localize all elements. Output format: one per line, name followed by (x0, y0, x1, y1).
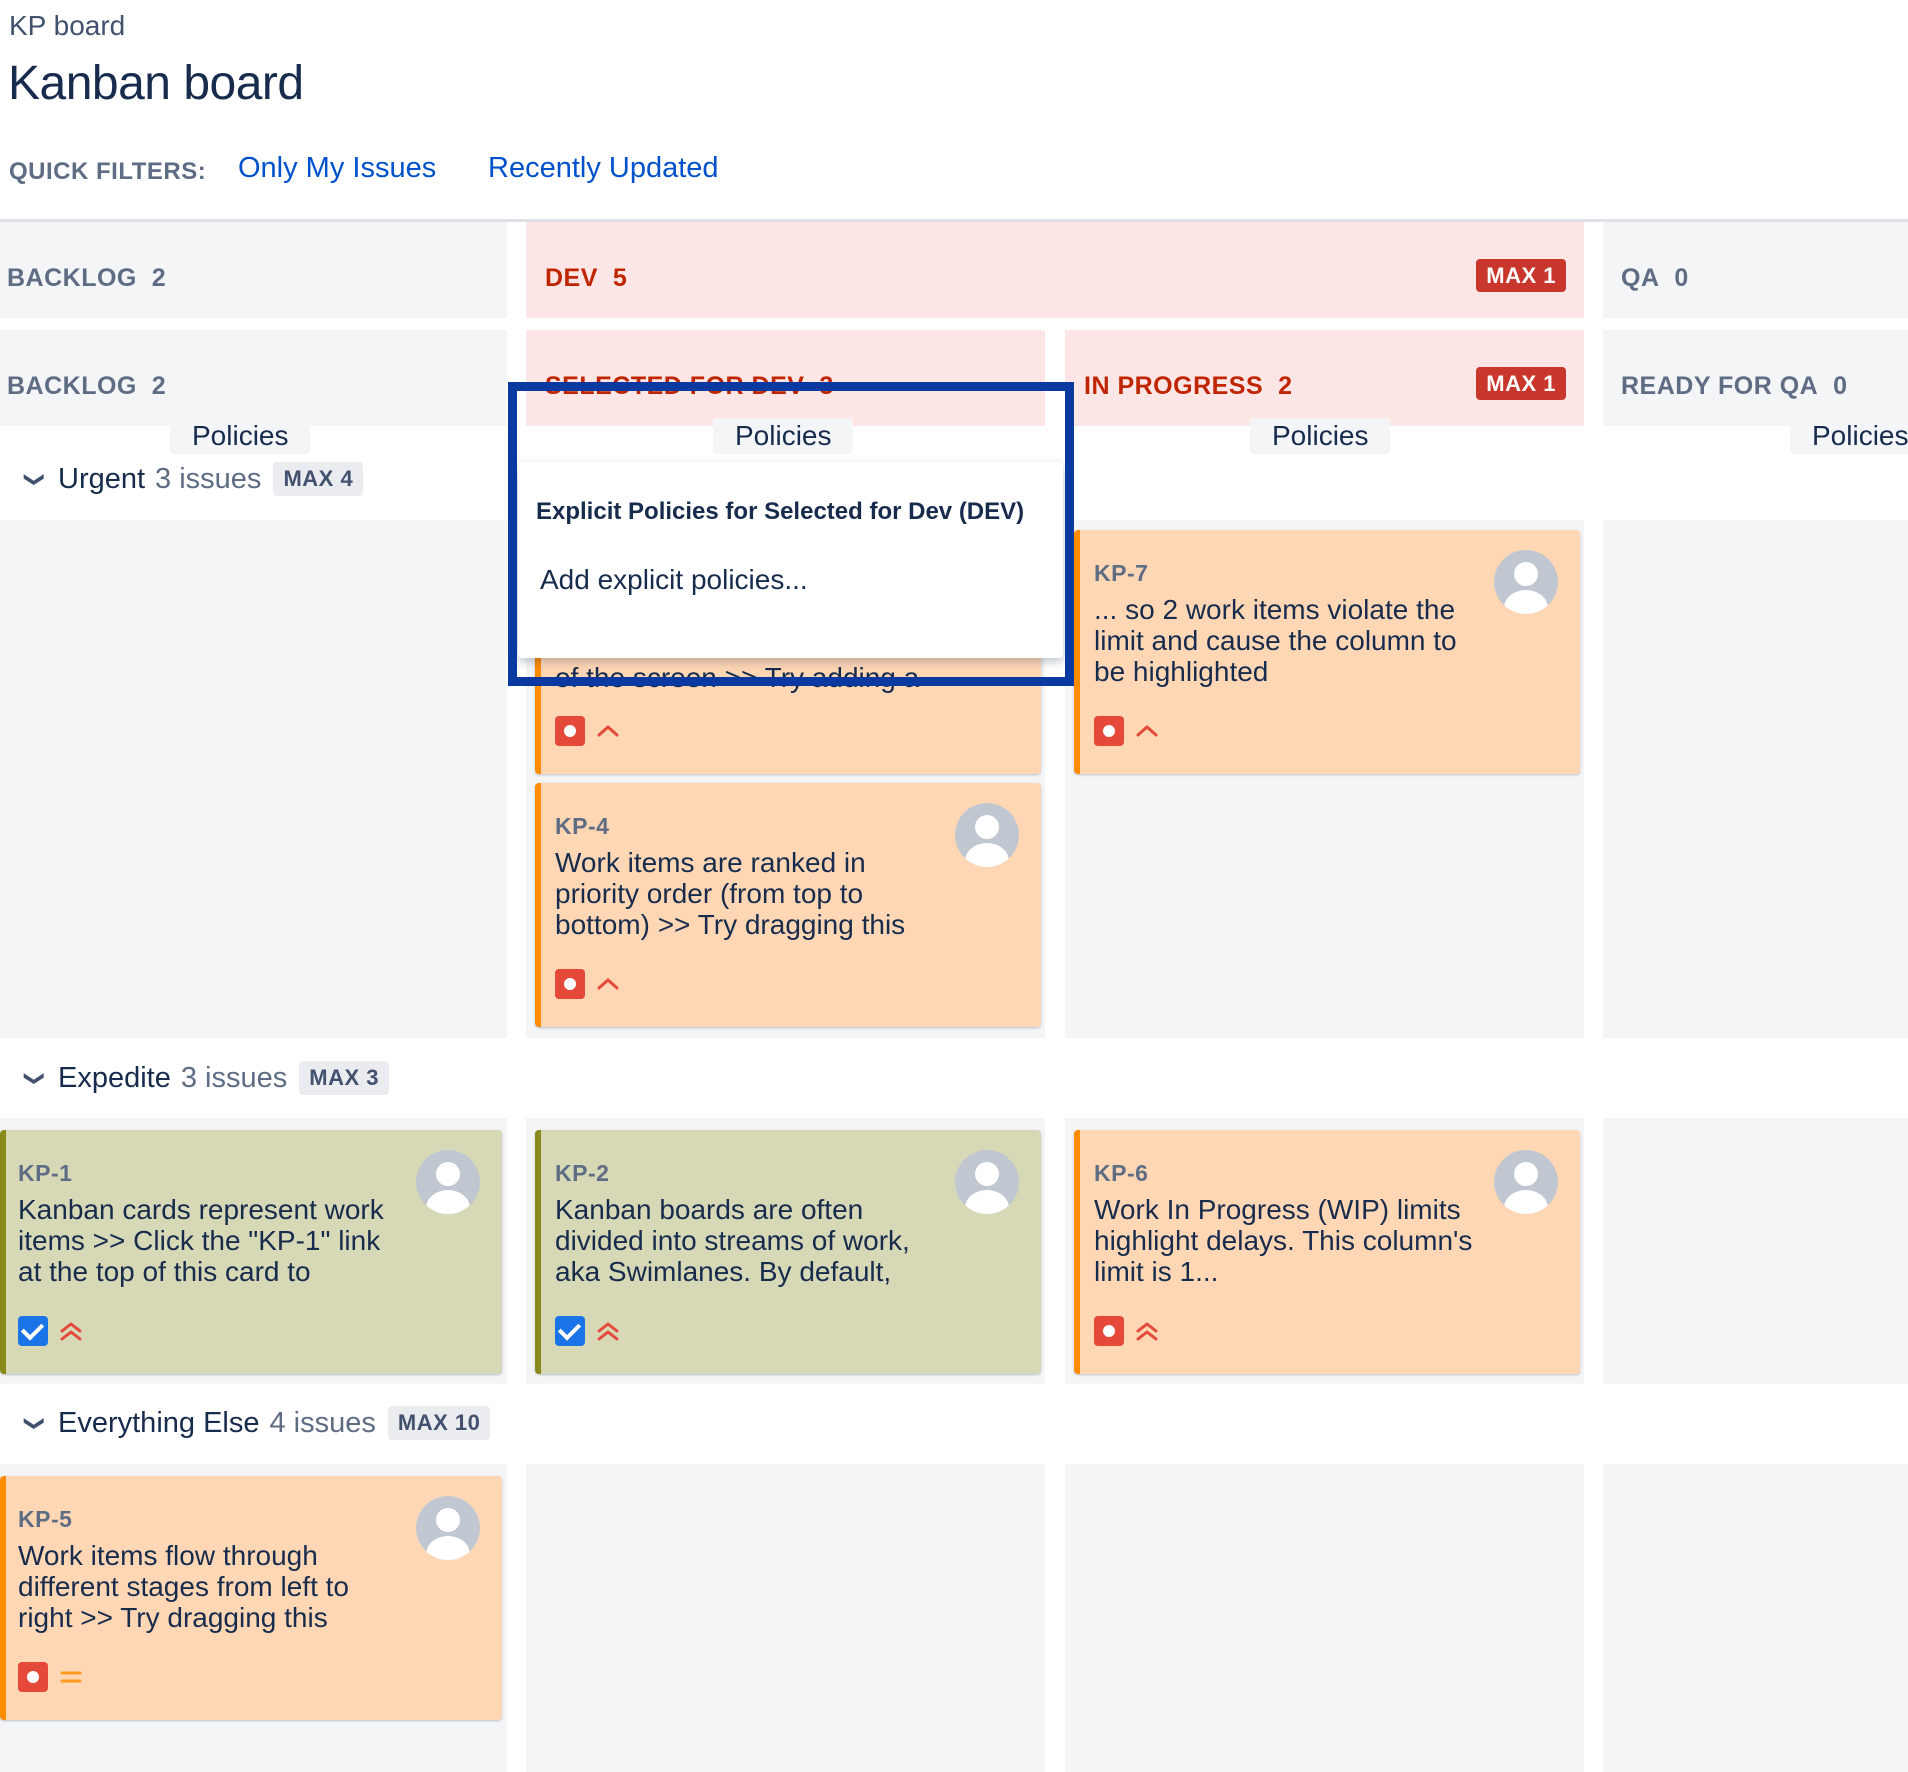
policies-button-in-progress[interactable]: Policies (1250, 418, 1391, 454)
card-kp-5[interactable]: KP-5 Work items flow through different s… (0, 1476, 502, 1720)
card-summary: Kanban cards represent work items >> Cli… (18, 1194, 384, 1287)
avatar[interactable] (1494, 550, 1558, 614)
swimlane-count: 4 issues (269, 1406, 376, 1439)
priority-high-icon (1136, 725, 1158, 737)
swimlane-max-badge: MAX 4 (273, 462, 364, 496)
priority-high-icon (597, 725, 619, 737)
card-summary: Work In Progress (WIP) limits highlight … (1094, 1194, 1473, 1287)
column-group-dev: DEV 5 MAX 1 (526, 222, 1584, 318)
priority-highest-icon (60, 1322, 82, 1341)
card-kp-6[interactable]: KP-6 Work In Progress (WIP) limits highl… (1074, 1130, 1580, 1374)
quick-filters-label: QUICK FILTERS: (9, 158, 207, 185)
column-group-qa: QA 0 (1603, 222, 1908, 318)
policies-popover: Explicit Policies for Selected for Dev (… (518, 462, 1063, 658)
column-ready-for-qa: READY FOR QA 0 (1603, 330, 1908, 426)
popover-title: Explicit Policies for Selected for Dev (… (536, 498, 1025, 525)
card-key-link[interactable]: KP-7 (1094, 560, 1148, 587)
swimlane-count: 3 issues (180, 1061, 288, 1094)
column-group-count: 0 (1674, 264, 1689, 292)
swimlane-name: Urgent (58, 462, 146, 495)
column-count: 2 (151, 372, 167, 400)
column-count: 0 (1833, 372, 1848, 400)
card-kp-4[interactable]: KP-4 Work items are ranked in priority o… (535, 783, 1041, 1027)
column-backlog: BACKLOG 2 (0, 330, 507, 426)
wip-limit-badge: MAX 1 (1476, 259, 1566, 292)
avatar[interactable] (955, 803, 1019, 867)
column-count: 2 (1278, 372, 1293, 400)
card-key-link[interactable]: KP-6 (1094, 1160, 1148, 1187)
card-kp-1[interactable]: KP-1 Kanban cards represent work items >… (0, 1130, 502, 1374)
swimlane-header-urgent[interactable]: ❯ Urgent 3 issues MAX 4 (23, 462, 364, 496)
card-summary: Work items are ranked in priority order … (555, 847, 906, 940)
add-explicit-policies-link[interactable]: Add explicit policies... (540, 564, 808, 596)
bug-icon (555, 969, 585, 999)
swimlane-header-expedite[interactable]: ❯ Expedite 3 issues MAX 3 (24, 1061, 389, 1095)
card-key-link[interactable]: KP-5 (18, 1506, 72, 1533)
column-in-progress: IN PROGRESS 2 MAX 1 (1065, 330, 1584, 426)
column-group-count: 2 (151, 264, 167, 292)
column-selected-for-dev: SELECTED FOR DEV 3 (526, 330, 1045, 426)
swimlane-header-everything-else[interactable]: ❯ Everything Else 4 issues MAX 10 (23, 1406, 491, 1440)
column-label: READY FOR QA (1621, 372, 1819, 400)
column-group-label: QA (1621, 264, 1660, 292)
card-key-link[interactable]: KP-2 (555, 1160, 609, 1187)
policies-button-backlog[interactable]: Policies (170, 418, 311, 454)
column-count: 3 (819, 372, 834, 400)
card-kp-7[interactable]: KP-7 ... so 2 work items violate the lim… (1074, 530, 1580, 774)
swimlane-name: Everything Else (58, 1406, 260, 1439)
column-group-backlog: BACKLOG 2 (0, 222, 507, 318)
task-checkbox-icon (18, 1316, 48, 1346)
quick-filter-only-my-issues[interactable]: Only My Issues (238, 152, 436, 185)
card-kp-2[interactable]: KP-2 Kanban boards are often divided int… (535, 1130, 1041, 1374)
column-group-label: BACKLOG (7, 264, 137, 292)
lane-cell-backlog-urgent (0, 520, 507, 1038)
swimlane-max-badge: MAX 10 (387, 1406, 491, 1440)
lane-cell-inprogress-everything-else (1065, 1464, 1584, 1772)
wip-limit-badge: MAX 1 (1476, 367, 1566, 400)
avatar[interactable] (1494, 1150, 1558, 1214)
card-summary: of the screen >> Try adding a (555, 662, 920, 693)
chevron-down-icon[interactable]: ❯ (23, 1067, 48, 1089)
column-label: SELECTED FOR DEV (545, 372, 805, 400)
card-summary: ... so 2 work items violate the limit an… (1094, 594, 1457, 687)
policies-button-selected-for-dev[interactable]: Policies (713, 418, 854, 454)
policies-button-ready-for-qa[interactable]: Policies (1790, 418, 1908, 454)
column-label: BACKLOG (7, 372, 137, 400)
breadcrumb[interactable]: KP board (9, 10, 125, 42)
lane-cell-selected-everything-else (526, 1464, 1045, 1772)
avatar[interactable] (955, 1150, 1019, 1214)
card-summary: Work items flow through different stages… (18, 1540, 349, 1633)
quick-filter-recently-updated[interactable]: Recently Updated (488, 152, 719, 185)
priority-medium-icon (60, 1671, 82, 1683)
priority-highest-icon (1136, 1322, 1158, 1341)
column-group-label: DEV (545, 264, 598, 292)
lane-cell-readyqa-expedite (1603, 1118, 1908, 1384)
card-summary: Kanban boards are often divided into str… (555, 1194, 910, 1287)
avatar[interactable] (416, 1496, 480, 1560)
column-group-count: 5 (612, 264, 628, 292)
lane-cell-readyqa-urgent (1603, 520, 1908, 1038)
bug-icon (18, 1662, 48, 1692)
task-checkbox-icon (555, 1316, 585, 1346)
bug-icon (1094, 716, 1124, 746)
swimlane-max-badge: MAX 3 (299, 1061, 389, 1095)
card-key-link[interactable]: KP-4 (555, 813, 609, 840)
priority-highest-icon (597, 1322, 619, 1341)
card-key-link[interactable]: KP-1 (18, 1160, 72, 1187)
swimlane-count: 3 issues (155, 462, 262, 495)
swimlane-name: Expedite (58, 1061, 171, 1094)
chevron-down-icon[interactable]: ❯ (23, 468, 48, 490)
column-label: IN PROGRESS (1084, 372, 1264, 400)
priority-high-icon (597, 978, 619, 990)
bug-icon (555, 716, 585, 746)
chevron-down-icon[interactable]: ❯ (23, 1412, 48, 1434)
avatar[interactable] (416, 1150, 480, 1214)
bug-icon (1094, 1316, 1124, 1346)
page-title: Kanban board (8, 57, 304, 110)
lane-cell-readyqa-everything-else (1603, 1464, 1908, 1772)
